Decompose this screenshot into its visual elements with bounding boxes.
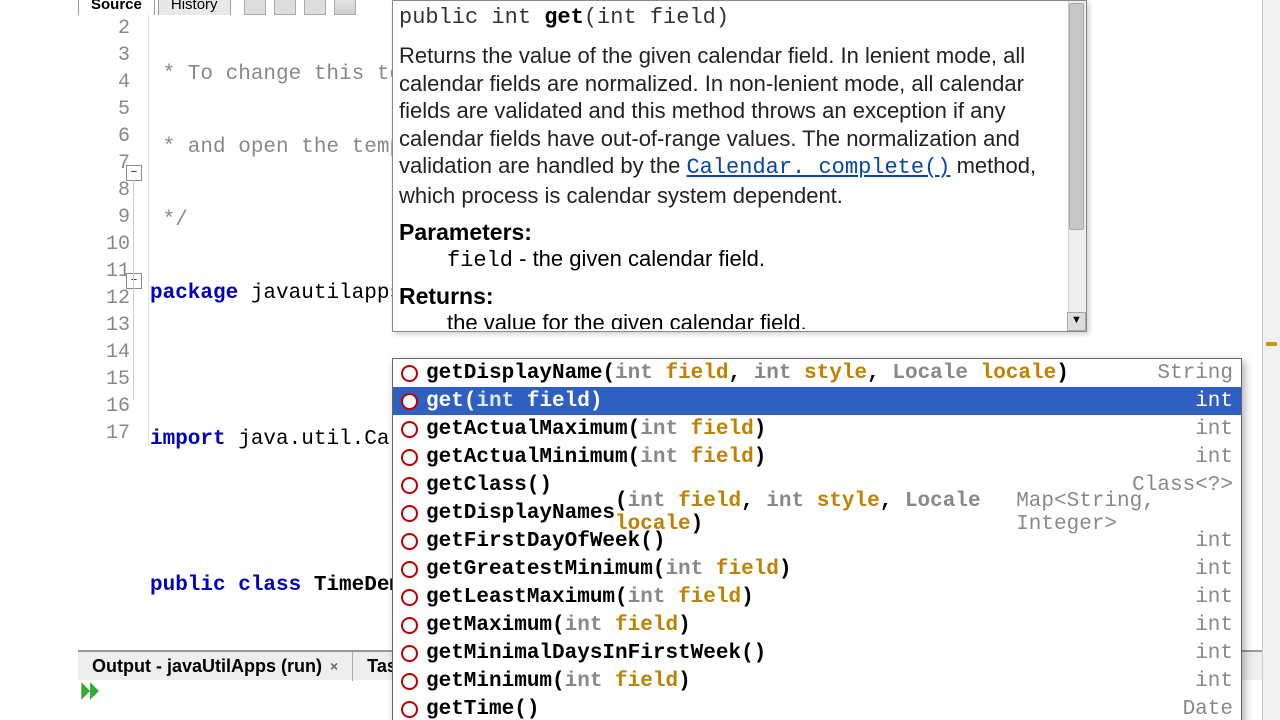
method-icon	[401, 589, 418, 606]
method-icon	[401, 421, 418, 438]
method-icon	[401, 673, 418, 690]
code-completion-popup[interactable]: getDisplayName(int field, int style, Loc…	[392, 358, 1242, 720]
completion-item-getTime[interactable]: getTime()Date	[393, 695, 1241, 720]
completion-item-getDisplayName[interactable]: getDisplayName(int field, int style, Loc…	[393, 359, 1241, 387]
completion-item-getGreatestMinimum[interactable]: getGreatestMinimum(int field)int	[393, 555, 1241, 583]
rerun-icon[interactable]	[78, 680, 100, 702]
completion-item-getMaximum[interactable]: getMaximum(int field)int	[393, 611, 1241, 639]
fold-toggle-method[interactable]: −	[126, 273, 142, 289]
method-icon	[401, 617, 418, 634]
completion-item-getLeastMaximum[interactable]: getLeastMaximum(int field)int	[393, 583, 1241, 611]
tab-source[interactable]: Source	[78, 0, 155, 15]
line-gutter: 2 3 4 5 6 7 8 9 10 11 12 13 14 15 16 17	[78, 15, 149, 447]
scrollbar-thumb[interactable]	[1069, 3, 1084, 230]
scrollbar-down-icon[interactable]: ▼	[1067, 312, 1086, 331]
output-tab[interactable]: Output - javaUtilApps (run)×	[78, 652, 353, 681]
javadoc-returns-heading: Returns:	[399, 283, 1080, 310]
javadoc-scrollbar[interactable]: ▼	[1068, 1, 1086, 331]
close-icon[interactable]: ×	[330, 658, 338, 674]
warning-marker[interactable]	[1266, 342, 1277, 346]
method-icon	[401, 505, 418, 522]
completion-item-getActualMaximum[interactable]: getActualMaximum(int field)int	[393, 415, 1241, 443]
completion-item-getMinimum[interactable]: getMinimum(int field)int	[393, 667, 1241, 695]
javadoc-parameters-heading: Parameters:	[399, 219, 1080, 246]
editor-window: Source History 2 3 4 5 6 7 8 9 10 11 12 …	[0, 0, 1280, 720]
method-icon	[401, 365, 418, 382]
method-icon	[401, 449, 418, 466]
editor-toolbar: Source History	[78, 0, 356, 15]
completion-item-get[interactable]: get(int field)int	[393, 387, 1241, 415]
tab-history[interactable]: History	[158, 0, 231, 15]
method-icon	[401, 561, 418, 578]
method-icon	[401, 701, 418, 718]
method-icon	[401, 477, 418, 494]
toolbar-icon-1[interactable]	[244, 0, 266, 15]
fold-toggle-import[interactable]: −	[126, 165, 142, 181]
javadoc-link-complete[interactable]: Calendar. complete()	[686, 155, 950, 180]
javadoc-popup: public int get(int field) Returns the va…	[392, 0, 1087, 332]
toolbar-icon-3[interactable]	[304, 0, 326, 15]
completion-item-getActualMinimum[interactable]: getActualMinimum(int field)int	[393, 443, 1241, 471]
method-icon	[401, 645, 418, 662]
javadoc-description: Returns the value of the given calendar …	[399, 42, 1080, 209]
completion-item-getDisplayNames[interactable]: getDisplayNames(int field, int style, Lo…	[393, 499, 1241, 527]
completion-item-getMinimalDaysInFirstWeek[interactable]: getMinimalDaysInFirstWeek()int	[393, 639, 1241, 667]
toolbar-icon-2[interactable]	[274, 0, 296, 15]
method-icon	[401, 533, 418, 550]
javadoc-signature: public int get(int field)	[399, 5, 1080, 30]
fold-guide	[133, 180, 134, 400]
toolbar-icon-search[interactable]	[334, 0, 356, 15]
method-icon	[401, 393, 418, 410]
editor-scrollbar[interactable]	[1262, 0, 1280, 720]
